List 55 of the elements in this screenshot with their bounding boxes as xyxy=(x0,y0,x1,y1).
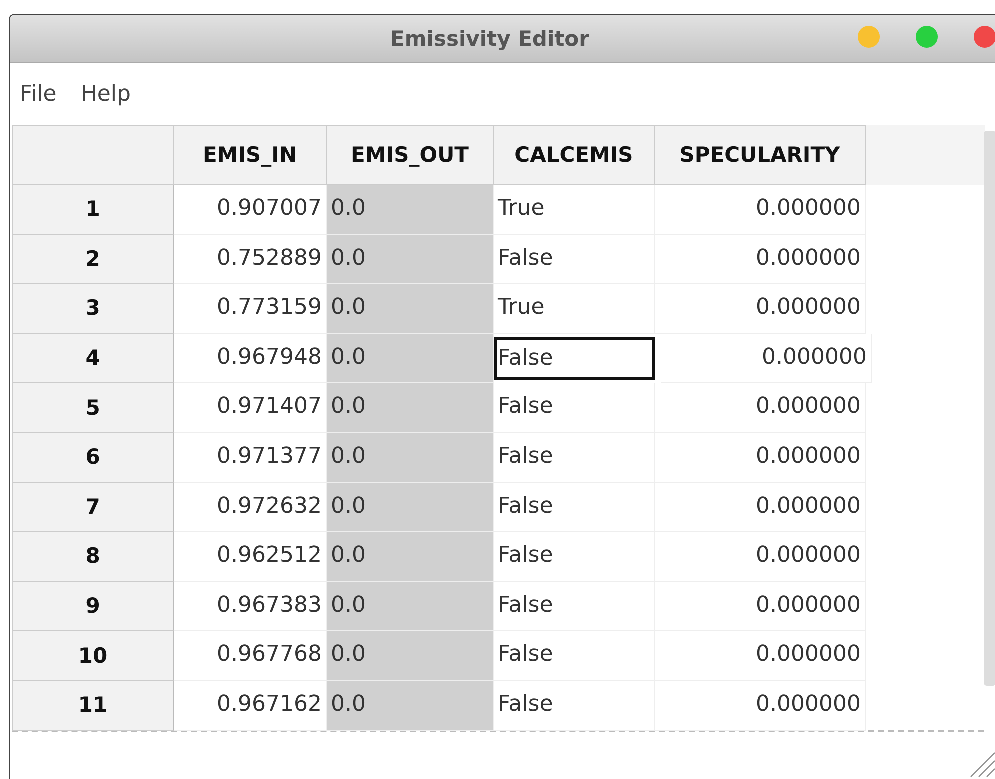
row-header[interactable]: 10 xyxy=(12,631,174,681)
maximize-button[interactable] xyxy=(916,26,938,48)
table-cell[interactable]: 0.000000 xyxy=(655,582,866,632)
table-cell[interactable]: 0.000000 xyxy=(655,482,866,532)
table-cell[interactable]: False xyxy=(494,336,655,380)
table-cell[interactable]: 0.000000 xyxy=(655,532,866,582)
table-cell[interactable]: 0.0 xyxy=(327,532,494,582)
close-button[interactable] xyxy=(974,26,995,48)
table-cell[interactable]: True xyxy=(494,284,655,334)
column-header[interactable]: EMIS_IN xyxy=(174,125,327,185)
table-cell[interactable]: 0.000000 xyxy=(655,284,866,334)
table-cell[interactable]: 0.0 xyxy=(327,582,494,632)
table-cell[interactable]: False xyxy=(494,383,655,433)
table-cell[interactable]: 0.000000 xyxy=(655,383,866,433)
table-cell[interactable]: 0.0 xyxy=(327,334,494,384)
row-header[interactable]: 5 xyxy=(12,383,174,433)
row-header[interactable]: 4 xyxy=(12,334,174,384)
table-cell[interactable]: False xyxy=(494,631,655,681)
table-cell[interactable]: 0.000000 xyxy=(655,631,866,681)
row-header[interactable]: 8 xyxy=(12,532,174,582)
table-cell[interactable]: False xyxy=(494,532,655,582)
table-cell[interactable]: 0.000000 xyxy=(661,334,872,384)
column-header[interactable]: EMIS_OUT xyxy=(327,125,494,185)
table-cell[interactable]: 0.000000 xyxy=(655,234,866,284)
minimize-button[interactable] xyxy=(858,26,880,48)
table-cell[interactable]: 0.0 xyxy=(327,482,494,532)
table-cell[interactable]: 0.000000 xyxy=(655,680,866,731)
table-cell[interactable]: True xyxy=(494,185,655,235)
table-cell[interactable]: False xyxy=(494,482,655,532)
table-cell[interactable]: 0.0 xyxy=(327,432,494,483)
row-header[interactable]: 3 xyxy=(12,284,174,334)
table-cell[interactable]: False xyxy=(494,680,655,731)
column-header[interactable]: SPECULARITY xyxy=(655,125,866,185)
row-header[interactable]: 1 xyxy=(12,185,174,235)
table-cell[interactable]: 0.0 xyxy=(327,383,494,433)
column-header[interactable]: CALCEMIS xyxy=(494,125,655,185)
row-header[interactable]: 2 xyxy=(12,234,174,284)
table-cell[interactable]: False xyxy=(494,432,655,483)
table-cell[interactable]: 0.0 xyxy=(327,185,494,235)
table-cell[interactable]: 0.0 xyxy=(327,631,494,681)
table-cell[interactable]: False xyxy=(494,234,655,284)
row-header[interactable]: 6 xyxy=(12,432,174,483)
row-header[interactable]: 9 xyxy=(12,582,174,632)
menu-item[interactable]: Help xyxy=(80,82,131,106)
table-cell[interactable]: 0.0 xyxy=(327,680,494,731)
row-header[interactable]: 11 xyxy=(12,680,174,731)
table-cell[interactable]: 0.0 xyxy=(327,284,494,334)
table-cell[interactable]: 0.000000 xyxy=(655,432,866,483)
table-cell[interactable]: 0.000000 xyxy=(655,185,866,235)
window-title: Emissivity Editor xyxy=(390,26,590,50)
row-header[interactable]: 7 xyxy=(12,482,174,532)
menu-item[interactable]: File xyxy=(20,82,57,106)
table-cell[interactable]: False xyxy=(494,582,655,632)
table-cell[interactable]: 0.0 xyxy=(327,234,494,284)
vertical-scrollbar[interactable] xyxy=(984,131,995,686)
